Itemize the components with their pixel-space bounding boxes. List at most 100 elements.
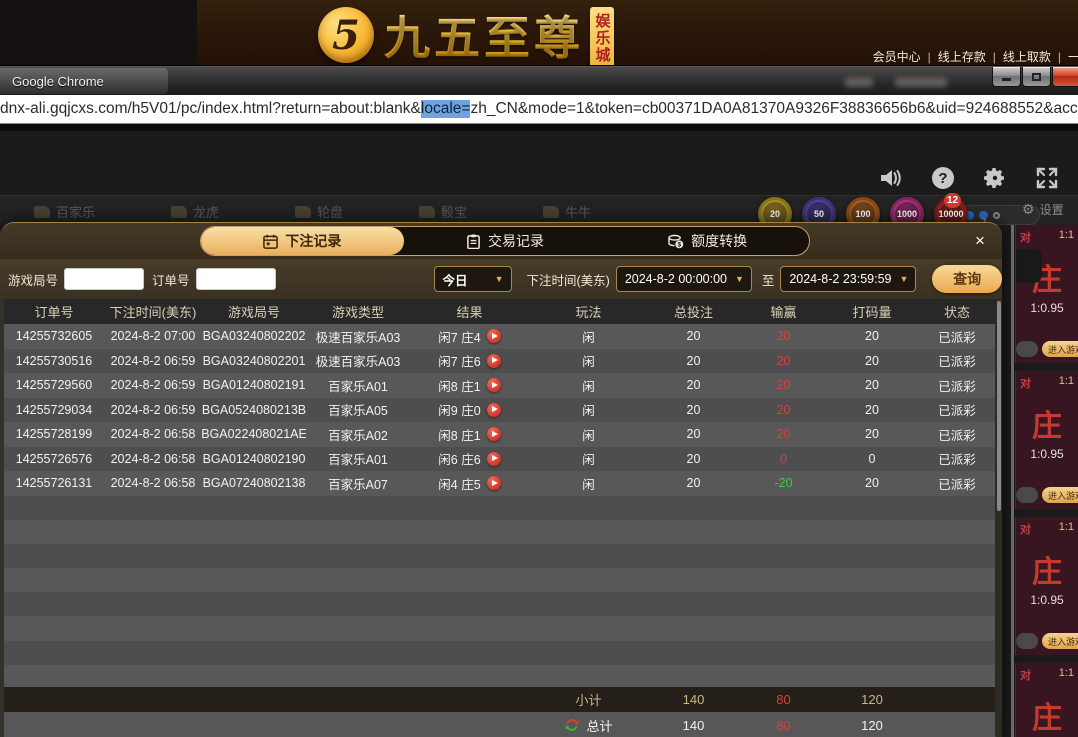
time-from-select[interactable]: 2024-8-2 00:00:00 ▼	[615, 266, 752, 292]
order-no-input[interactable]	[195, 268, 276, 290]
logo-text: 九五至尊	[384, 2, 584, 68]
time-to-value: 2024-8-2 23:59:59	[789, 272, 892, 286]
pair-bet-label: 对	[1020, 232, 1031, 244]
empty-row	[4, 543, 998, 569]
cell-result: 闲7 庄4	[410, 324, 529, 349]
tab-bet-records[interactable]: 下注记录	[201, 227, 404, 255]
cell-status: 已派彩	[938, 355, 976, 370]
date-range-select[interactable]: 今日 ▼	[433, 266, 513, 292]
game-nav-item[interactable]: 龙虎	[171, 202, 219, 221]
header-link[interactable]: 线上取款	[1003, 50, 1051, 64]
cell-result: 闲7 庄6	[410, 349, 529, 374]
subtotal-row: 小计 140 80 120	[4, 687, 998, 712]
enter-game-button[interactable]: 进入游戏	[1042, 487, 1078, 503]
screen: 5 九五至尊 娱乐城 会员中心 | 线上存款 | 线上取款 | 一键 Google Chro…	[0, 0, 1078, 737]
pair-bet-label: 对	[1020, 524, 1031, 536]
cell-status: 已派彩	[938, 330, 976, 345]
page-scrollbar[interactable]	[1011, 225, 1014, 737]
footer-label: 总计	[586, 718, 613, 734]
maximize-button[interactable]	[1022, 67, 1051, 87]
game-nav-item[interactable]: 骰宝	[419, 202, 467, 221]
header-link[interactable]: 一键	[1068, 50, 1078, 64]
empty-row	[4, 495, 998, 520]
clipboard-icon	[466, 233, 481, 249]
cell-win-loss: -20	[774, 476, 793, 491]
close-icon[interactable]: ×	[970, 231, 990, 251]
table-row[interactable]: 14255729034 2024-8-2 06:59 BGA0524080213B 百…	[4, 397, 998, 422]
secondary-button[interactable]	[1016, 341, 1038, 357]
minimize-button[interactable]	[992, 67, 1021, 87]
card-buttons: 进入游戏	[1016, 487, 1078, 503]
tab-label: 额度转换	[691, 233, 748, 249]
total-row: 总计 140 80 120	[4, 712, 998, 737]
coins-icon: $	[668, 234, 684, 249]
background-game-card[interactable]: 对1:1庄1:0.95进入游戏	[1015, 663, 1078, 737]
play-video-icon[interactable]	[486, 451, 501, 466]
cell-result: 闲6 庄6	[410, 447, 529, 472]
game-nav-item[interactable]: 牛牛	[543, 202, 591, 221]
time-to-select[interactable]: 2024-8-2 23:59:59 ▼	[780, 266, 917, 292]
help-icon[interactable]: ?	[930, 165, 956, 191]
banker-label: 庄	[1032, 702, 1062, 735]
cell-status: 已派彩	[938, 428, 976, 443]
footer-empty-cell	[916, 687, 998, 712]
close-window-button[interactable]	[1052, 67, 1078, 87]
volume-icon[interactable]	[878, 165, 904, 191]
table-row[interactable]: 14255726576 2024-8-2 06:58 BGA01240802190 百…	[4, 446, 998, 472]
header-link[interactable]: 线上存款	[938, 50, 986, 64]
secondary-button[interactable]	[1016, 633, 1038, 649]
play-video-icon[interactable]	[486, 329, 501, 344]
column-header: 游戏类型	[331, 305, 384, 320]
refresh-icon[interactable]	[564, 717, 580, 733]
game-round-input[interactable]	[64, 268, 145, 290]
query-button[interactable]: 查询	[932, 265, 1002, 293]
game-nav-icon	[419, 205, 436, 218]
play-video-icon[interactable]	[486, 402, 501, 417]
cell-order-no: 14255732605	[15, 329, 93, 344]
table-row[interactable]: 14255730516 2024-8-2 06:59 BGA03240802201 极…	[4, 348, 998, 374]
table-scrollbar[interactable]	[995, 299, 1002, 737]
pair-bet-label: 对	[1020, 378, 1031, 390]
settings-gear-icon[interactable]	[982, 165, 1008, 191]
footer-win-loss: 80	[776, 717, 791, 733]
table-row[interactable]: 14255729560 2024-8-2 06:59 BGA01240802191 百…	[4, 373, 998, 398]
banker-label: 庄	[1032, 556, 1062, 589]
footer-empty-cell	[410, 712, 529, 737]
game-nav-item[interactable]: 百家乐	[34, 202, 95, 221]
game-nav-item[interactable]: 轮盘	[295, 202, 343, 221]
table-row[interactable]: 14255726131 2024-8-2 06:58 BGA07240802138 百…	[4, 471, 998, 496]
header-link[interactable]: 会员中心	[873, 50, 921, 64]
background-game-card[interactable]: 对1:1庄1:0.95进入游戏	[1015, 371, 1078, 509]
cell-order-no: 14255726131	[15, 476, 93, 491]
table-settings[interactable]: ⚙ 设置	[1022, 201, 1064, 218]
cell-game-type: 百家乐A05	[328, 404, 388, 419]
play-video-icon[interactable]	[486, 427, 501, 442]
time-from-value: 2024-8-2 00:00:00	[624, 272, 727, 286]
game-nav-icon	[295, 205, 312, 218]
footer-empty-cell	[306, 712, 410, 737]
background-game-card[interactable]: 对1:1庄1:0.95进入游戏	[1015, 517, 1078, 655]
table-row[interactable]: 14255732605 2024-8-2 07:00 BGA03240802202 极…	[4, 324, 998, 349]
blurred-account-text	[895, 78, 947, 87]
cell-play-type: 闲	[582, 428, 595, 443]
secondary-button[interactable]	[1016, 487, 1038, 503]
modal-tabband: 下注记录 交易记录 $ 额度转换 ×	[0, 223, 1002, 259]
url-bar[interactable]: dnx-ali.gqjcxs.com/h5V01/pc/index.html?r…	[0, 95, 1078, 124]
scrollbar-thumb[interactable]	[996, 301, 1001, 511]
play-video-icon[interactable]	[486, 476, 501, 491]
enter-game-button[interactable]: 进入游戏	[1042, 341, 1078, 357]
enter-game-button[interactable]: 进入游戏	[1042, 633, 1078, 649]
tab-transaction-records[interactable]: 交易记录	[404, 227, 607, 255]
play-video-icon[interactable]	[486, 378, 501, 393]
result-text: 闲7 庄4	[438, 330, 481, 345]
cell-order-no: 14255728199	[15, 427, 93, 442]
cell-total-bet: 20	[686, 329, 701, 344]
chevron-down-icon: ▼	[899, 274, 909, 284]
fullscreen-icon[interactable]	[1034, 165, 1060, 191]
table-row[interactable]: 14255728199 2024-8-2 06:58 BGA022408021AE 百…	[4, 422, 998, 447]
tab-credit-transfer[interactable]: $ 额度转换	[606, 227, 809, 255]
window-title: Google Chrome	[0, 68, 168, 94]
play-video-icon[interactable]	[486, 353, 501, 368]
background-game-card[interactable]: 对1:1庄1:0.95进入游戏	[1015, 225, 1078, 363]
notification-badge: 12	[944, 193, 962, 208]
